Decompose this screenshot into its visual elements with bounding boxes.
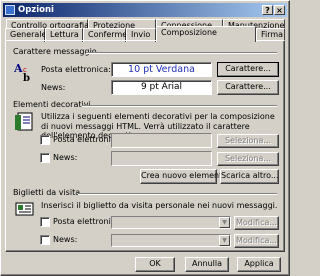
stationery-icon xyxy=(15,112,33,131)
ok-button[interactable]: OK xyxy=(135,257,175,272)
biglietti-posta-edit-button[interactable]: Modifica... xyxy=(234,216,279,230)
section-title-carattere: Carattere messaggio xyxy=(13,47,97,56)
posta-font-display: 10 pt Verdana xyxy=(111,62,212,77)
elementi-news-checkbox[interactable] xyxy=(40,153,50,163)
app-icon xyxy=(5,5,15,15)
biglietti-news-checkbox[interactable] xyxy=(40,235,50,245)
options-dialog: Opzioni ? × Controllo ortografia Protezi… xyxy=(0,0,290,276)
section-title-biglietti: Biglietti da visita xyxy=(13,188,81,197)
posta-font-button[interactable]: Carattere... xyxy=(217,62,279,77)
biglietti-posta-checkbox[interactable] xyxy=(40,217,50,227)
create-stationery-button[interactable]: Crea nuovo elemento xyxy=(140,169,227,184)
title-bar[interactable]: Opzioni ? × xyxy=(3,3,287,17)
elementi-posta-checkbox[interactable] xyxy=(40,135,50,145)
apply-button[interactable]: Applica xyxy=(237,257,281,272)
chevron-down-icon[interactable]: ▼ xyxy=(219,217,230,228)
section-title-elementi: Elementi decorativi xyxy=(13,100,91,109)
separator xyxy=(82,105,277,107)
help-button[interactable]: ? xyxy=(262,5,273,15)
biglietti-description: Inserisci il biglietto da visita persona… xyxy=(41,201,278,210)
composizione-panel: Carattere messaggio A b c Posta elettron… xyxy=(5,40,285,252)
svg-text:b: b xyxy=(23,73,30,83)
chevron-down-icon[interactable]: ▼ xyxy=(219,235,230,246)
elementi-posta-select-button[interactable]: Seleziona... xyxy=(217,134,279,148)
biglietti-news-edit-button[interactable]: Modifica... xyxy=(234,234,279,248)
news-font-display: 9 pt Arial xyxy=(111,80,212,95)
close-button[interactable]: × xyxy=(274,5,285,15)
elementi-news-label: News: xyxy=(53,153,78,162)
news-font-label: News: xyxy=(41,83,66,92)
news-font-button[interactable]: Carattere... xyxy=(217,80,279,95)
window-title: Opzioni xyxy=(18,5,54,15)
posta-font-label: Posta elettronica: xyxy=(41,65,111,74)
biglietti-posta-combo[interactable]: ▼ xyxy=(111,216,231,229)
biglietti-news-combo[interactable]: ▼ xyxy=(111,234,231,247)
biglietti-news-label: News: xyxy=(53,235,78,244)
svg-text:A: A xyxy=(14,62,23,75)
elementi-news-select-button[interactable]: Seleziona... xyxy=(217,152,279,166)
font-icon: A b c xyxy=(14,62,30,83)
separator xyxy=(86,52,277,54)
cancel-button[interactable]: Annulla xyxy=(185,257,229,272)
separator xyxy=(78,193,277,195)
elementi-news-display xyxy=(111,151,212,166)
elementi-posta-display xyxy=(111,133,212,148)
business-card-icon xyxy=(15,202,34,216)
tab-composizione[interactable]: Composizione xyxy=(156,26,256,42)
svg-text:c: c xyxy=(23,66,27,74)
download-more-button[interactable]: Scarica altro... xyxy=(220,169,279,184)
